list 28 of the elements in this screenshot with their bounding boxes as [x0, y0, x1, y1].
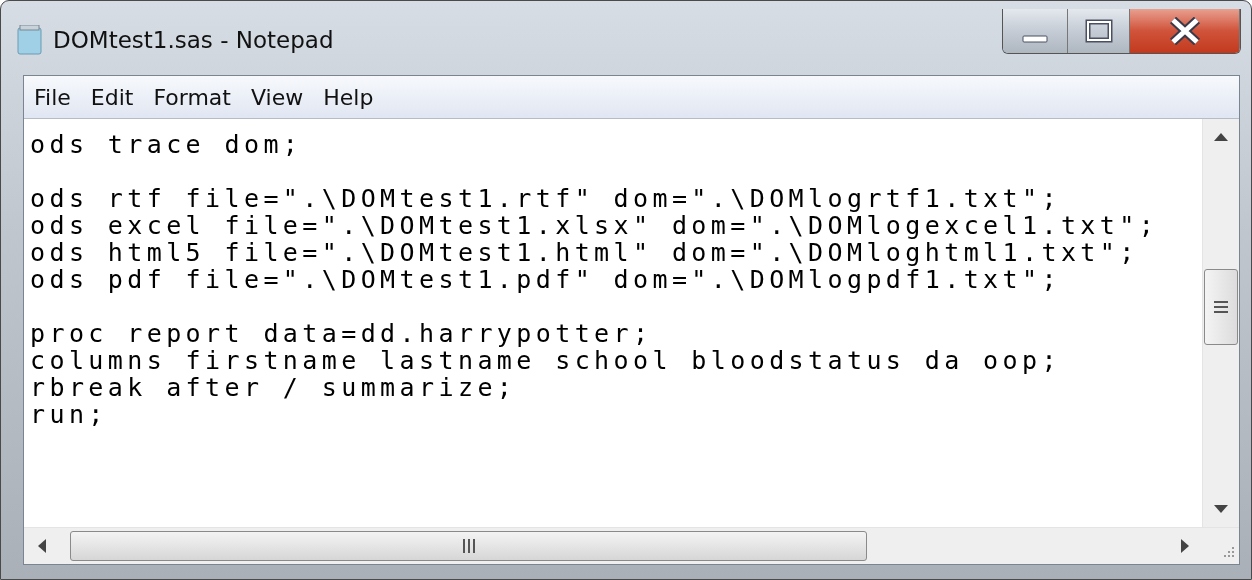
code-line: run;: [30, 401, 108, 428]
menu-item[interactable]: View: [250, 84, 304, 110]
down-arrow-icon: [1214, 505, 1228, 513]
menu-item[interactable]: File: [34, 84, 71, 110]
code-line: proc report data=dd.harrypotter;: [30, 320, 653, 347]
code-line: columns firstname lastname school bloodstatus da oop;: [30, 347, 1061, 374]
close-button[interactable]: [1130, 9, 1240, 53]
resize-grip-icon[interactable]: [1221, 546, 1235, 560]
code-line: ods html5 file=".\DOMtest1.html" dom=".\DOMloghtml1.txt";: [30, 239, 1139, 266]
code-line: ods pdf file=".\DOMtest1.pdf" dom=".\DOMlogpdf1.txt";: [30, 266, 1061, 293]
minimize-icon: [1022, 35, 1048, 43]
code-line: ods excel file=".\DOMtest1.xlsx" dom=".\DOMlogexcel1.txt";: [30, 212, 1159, 239]
maximize-button[interactable]: [1068, 9, 1130, 53]
vertical-scroll-thumb[interactable]: [1204, 269, 1238, 345]
window-title: DOMtest1.sas - Notepad: [53, 27, 334, 53]
code-line: ods trace dom;: [30, 131, 303, 158]
code-line: ods rtf file=".\DOMtest1.rtf" dom=".\DOMlogrtf1.txt";: [30, 185, 1061, 212]
menu-item[interactable]: Format: [153, 84, 231, 110]
up-arrow-icon: [1214, 133, 1228, 141]
code-line: rbreak after / summarize;: [30, 374, 517, 401]
menu-item[interactable]: Edit: [90, 84, 134, 110]
left-arrow-icon: [38, 539, 46, 553]
menu-item[interactable]: Help: [323, 84, 374, 110]
minimize-button[interactable]: [1003, 9, 1068, 53]
notepad-icon: [17, 25, 43, 55]
maximize-icon: [1084, 19, 1113, 43]
horizontal-scroll-thumb[interactable]: [70, 531, 867, 561]
right-arrow-icon: [1181, 539, 1189, 553]
